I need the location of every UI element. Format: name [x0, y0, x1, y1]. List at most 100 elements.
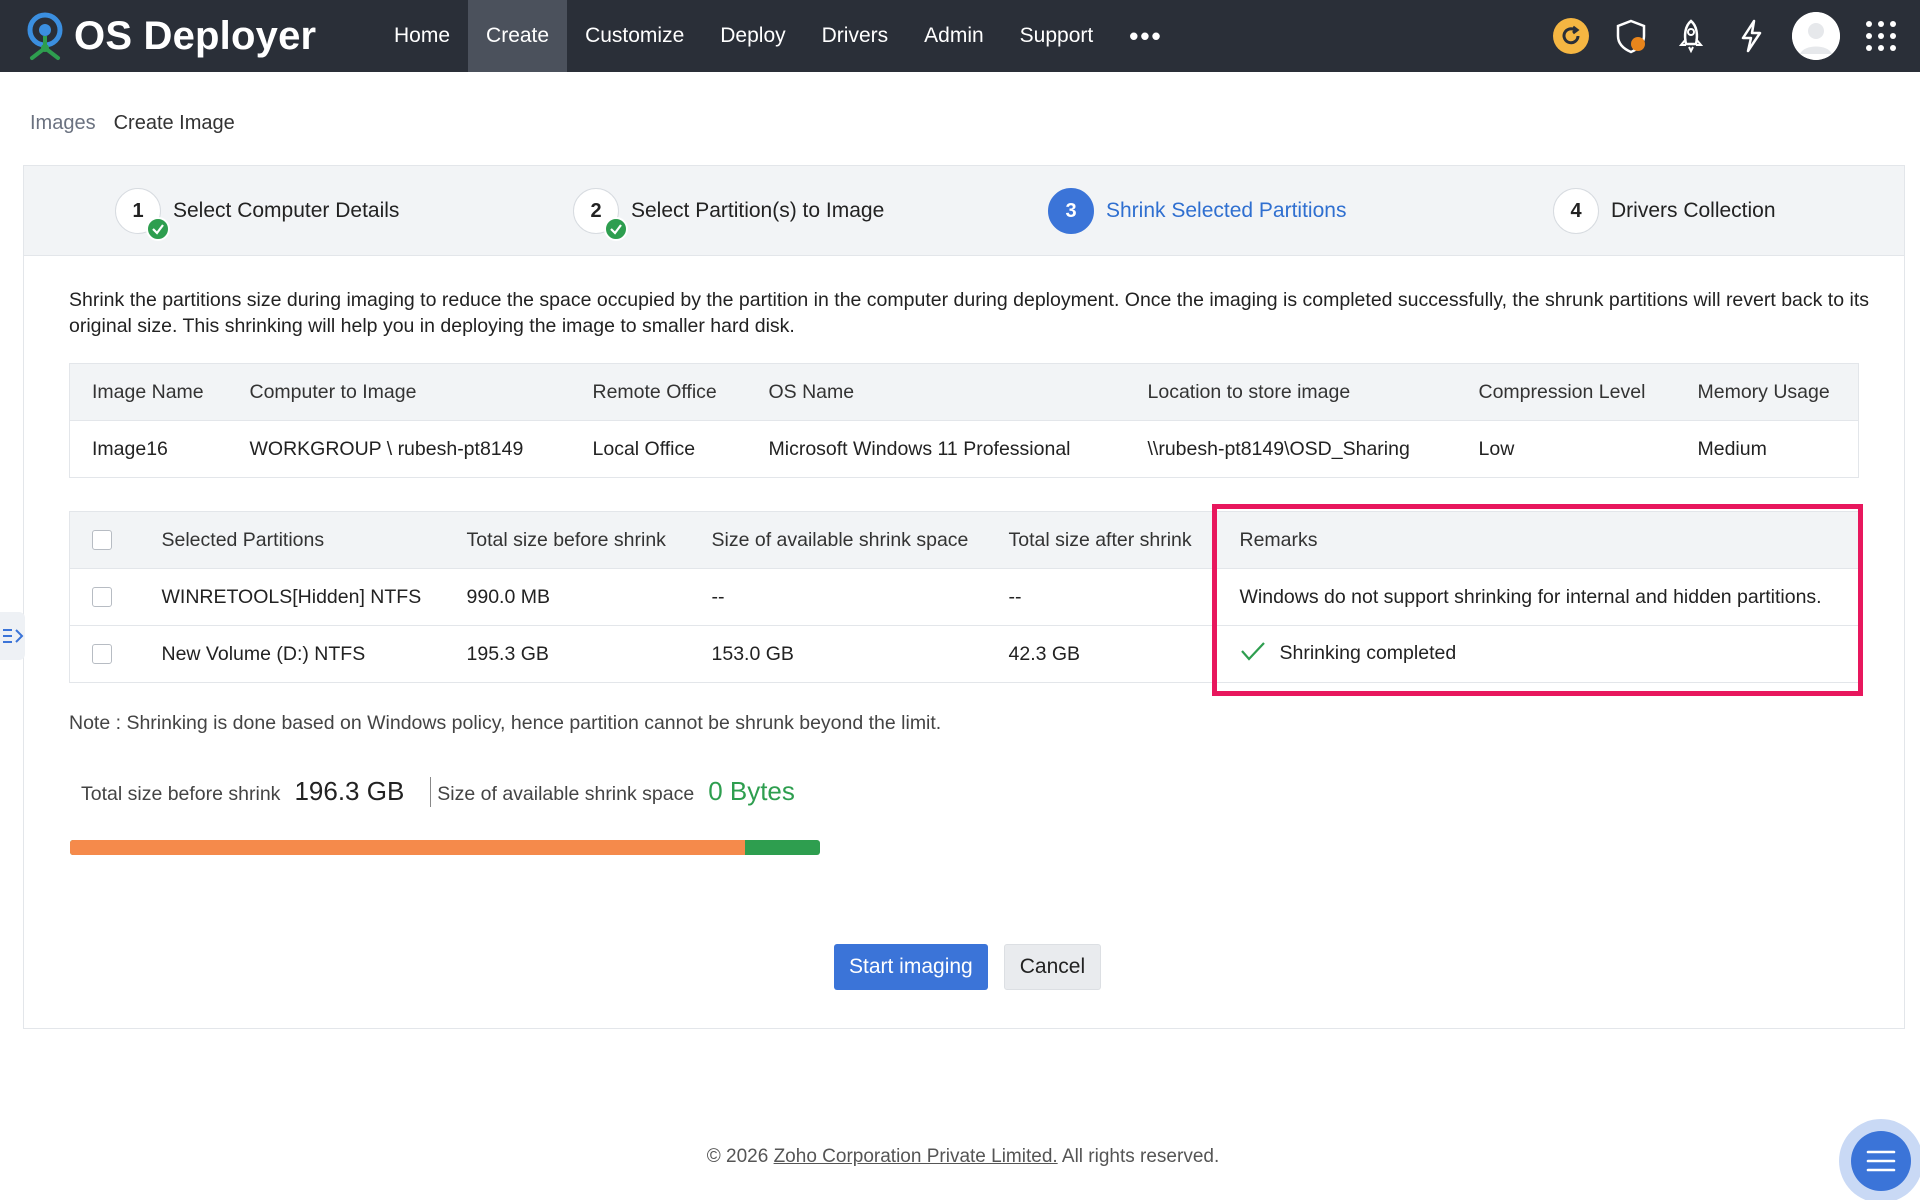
- check-icon: [146, 217, 170, 241]
- image-info-table: Image Name Computer to Image Remote Offi…: [69, 363, 1859, 478]
- image-name: Image16: [69, 420, 228, 478]
- step-select-computer-details[interactable]: 1 Select Computer Details: [115, 188, 400, 241]
- column-header: Memory Usage: [1675, 363, 1859, 421]
- nav-admin[interactable]: Admin: [906, 0, 1002, 72]
- shrink-summary: Total size before shrink 196.3 GB Size o…: [81, 776, 795, 807]
- shrink-progress-bar: [70, 840, 820, 855]
- partitions-table: Selected Partitions Total size before sh…: [69, 511, 1859, 683]
- size-after-shrink: --: [996, 568, 1228, 626]
- remarks-cell: Shrinking completed: [1227, 625, 1859, 683]
- column-header: Image Name: [69, 363, 228, 421]
- size-before-shrink: 990.0 MB: [454, 568, 700, 626]
- nav-support[interactable]: Support: [1002, 0, 1112, 72]
- shrink-description: Shrink the partitions size during imagin…: [69, 289, 1869, 337]
- available-space-value: 0 Bytes: [708, 776, 795, 806]
- apps-grid-icon[interactable]: [1862, 17, 1900, 55]
- start-imaging-button[interactable]: Start imaging: [834, 944, 988, 990]
- avatar[interactable]: [1792, 12, 1840, 60]
- table-header-row: Image Name Computer to Image Remote Offi…: [69, 363, 1859, 421]
- breadcrumb-create-image: Create Image: [113, 112, 235, 134]
- nav-home[interactable]: Home: [376, 0, 468, 72]
- available-shrink-space: 153.0 GB: [699, 625, 997, 683]
- row-select-cell: [69, 568, 150, 626]
- total-size-label: Total size before shrink: [81, 783, 281, 805]
- step-number: 3: [1048, 188, 1094, 234]
- os-name: Microsoft Windows 11 Professional: [746, 420, 1126, 478]
- top-icons: [1552, 0, 1900, 72]
- breadcrumb-images[interactable]: Images: [30, 112, 96, 135]
- step-label: Select Computer Details: [173, 199, 400, 222]
- table-header-row: Selected Partitions Total size before sh…: [69, 511, 1859, 569]
- app-title: OS Deployer: [74, 13, 317, 58]
- column-header: Location to store image: [1125, 363, 1457, 421]
- computer-to-image: WORKGROUP \ rubesh-pt8149: [227, 420, 571, 478]
- nav-drivers[interactable]: Drivers: [804, 0, 907, 72]
- menu-icon: [1866, 1150, 1896, 1172]
- fab-inner: [1851, 1131, 1911, 1191]
- total-size-value: 196.3 GB: [294, 776, 405, 806]
- shrink-progress-fill: [70, 840, 745, 855]
- step-label: Select Partition(s) to Image: [631, 199, 885, 222]
- breadcrumb: Images Create Image: [30, 112, 235, 135]
- lightning-icon[interactable]: [1732, 17, 1770, 55]
- shrink-note: Note : Shrinking is done based on Window…: [69, 712, 942, 734]
- wizard-stepper: 1 Select Computer Details 2 Select Parti…: [24, 166, 1904, 256]
- step-number: 2: [573, 188, 628, 241]
- app-logo[interactable]: OS Deployer: [20, 10, 360, 62]
- table-row: New Volume (D:) NTFS 195.3 GB 153.0 GB 4…: [69, 625, 1859, 683]
- image-location: \\rubesh-pt8149\OSD_Sharing: [1125, 420, 1457, 478]
- footer: © 2026 Zoho Corporation Private Limited.…: [706, 1146, 1220, 1167]
- column-header: Total size after shrink: [996, 511, 1228, 569]
- side-panel-toggle[interactable]: [0, 612, 25, 660]
- row-checkbox[interactable]: [92, 644, 112, 665]
- nav-customize[interactable]: Customize: [567, 0, 702, 72]
- zoho-link[interactable]: Zoho Corporation Private Limited.: [774, 1146, 1058, 1167]
- step-shrink-selected-partitions[interactable]: 3 Shrink Selected Partitions: [1048, 188, 1346, 234]
- success-check-icon: [1240, 640, 1266, 668]
- cancel-button[interactable]: Cancel: [1003, 944, 1102, 990]
- refresh-icon[interactable]: [1552, 17, 1590, 55]
- partition-name: New Volume (D:) NTFS: [149, 625, 455, 683]
- nav-more-button[interactable]: •••: [1111, 0, 1180, 72]
- available-space-label: Size of available shrink space: [437, 783, 695, 805]
- available-shrink-space: --: [699, 568, 997, 626]
- step-drivers-collection[interactable]: 4 Drivers Collection: [1553, 188, 1776, 234]
- column-header: OS Name: [746, 363, 1126, 421]
- partition-name: WINRETOOLS[Hidden] NTFS: [149, 568, 455, 626]
- column-header: Computer to Image: [227, 363, 571, 421]
- floating-menu-button[interactable]: [1839, 1119, 1920, 1200]
- form-actions: Start imaging Cancel: [834, 944, 1102, 990]
- column-header: Size of available shrink space: [699, 511, 997, 569]
- check-icon: [604, 217, 628, 241]
- step-label: Shrink Selected Partitions: [1106, 199, 1347, 222]
- size-after-shrink: 42.3 GB: [996, 625, 1228, 683]
- rocket-icon[interactable]: [1672, 17, 1710, 55]
- remote-office: Local Office: [570, 420, 747, 478]
- column-header: Remote Office: [570, 363, 747, 421]
- select-all-cell: [69, 511, 150, 569]
- remarks: Windows do not support shrinking for int…: [1227, 568, 1859, 626]
- nav-deploy[interactable]: Deploy: [702, 0, 803, 72]
- table-row: WINRETOOLS[Hidden] NTFS 990.0 MB -- -- W…: [69, 568, 1859, 626]
- row-select-cell: [69, 625, 150, 683]
- column-header: Total size before shrink: [454, 511, 700, 569]
- step-select-partitions[interactable]: 2 Select Partition(s) to Image: [573, 188, 885, 241]
- column-header: Remarks: [1227, 511, 1859, 569]
- expand-panel-icon: [2, 629, 23, 643]
- user-icon: [1792, 12, 1840, 60]
- nav-create[interactable]: Create: [468, 0, 568, 72]
- table-row: Image16 WORKGROUP \ rubesh-pt8149 Local …: [69, 420, 1859, 478]
- top-navigation-bar: OS Deployer Home Create Customize Deploy…: [0, 0, 1920, 72]
- shield-icon[interactable]: [1612, 17, 1650, 55]
- column-header: Selected Partitions: [149, 511, 455, 569]
- step-number: 1: [115, 188, 170, 241]
- main-nav: Home Create Customize Deploy Drivers Adm…: [376, 0, 1181, 72]
- size-before-shrink: 195.3 GB: [454, 625, 700, 683]
- select-all-checkbox[interactable]: [92, 530, 112, 551]
- step-number: 4: [1553, 188, 1599, 234]
- row-checkbox[interactable]: [92, 587, 112, 608]
- create-image-panel: 1 Select Computer Details 2 Select Parti…: [23, 165, 1905, 1029]
- summary-divider: [430, 776, 432, 807]
- os-deployer-logo-icon: [27, 12, 63, 60]
- step-label: Drivers Collection: [1611, 199, 1776, 222]
